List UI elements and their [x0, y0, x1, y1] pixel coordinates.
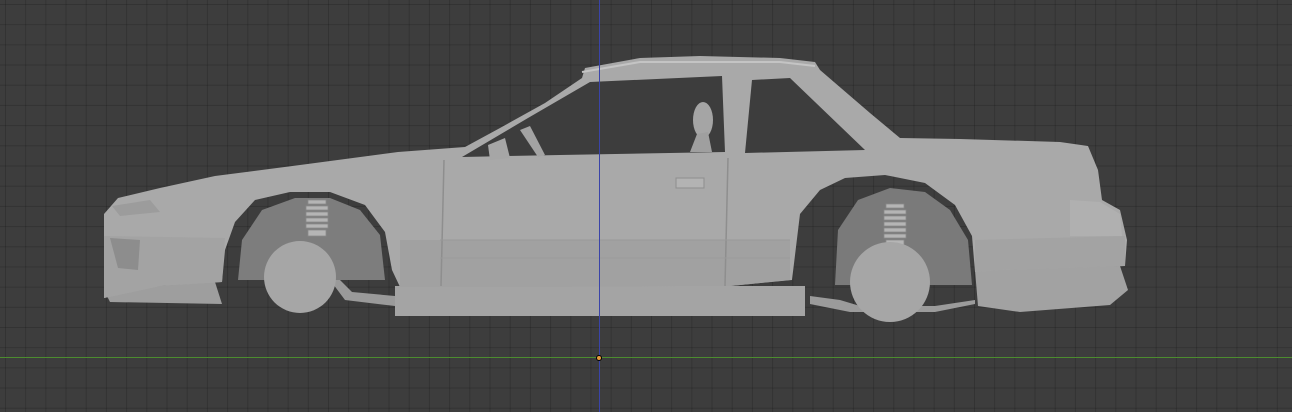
rear-coilover [883, 203, 907, 247]
car-model[interactable] [0, 0, 1292, 412]
rocker-shadow [400, 240, 790, 287]
door-handle [675, 177, 705, 189]
tail-light [1070, 200, 1122, 236]
front-hub [264, 241, 336, 313]
headrest [693, 102, 713, 138]
x-axis-line [0, 357, 1292, 358]
rear-hub [850, 242, 930, 322]
rear-diffuser [975, 266, 1128, 312]
rear-bumper-lower [975, 236, 1125, 272]
origin-marker[interactable] [596, 355, 602, 361]
side-skirt [395, 286, 805, 316]
3d-viewport[interactable] [0, 0, 1292, 412]
z-axis-line [599, 0, 600, 412]
front-subframe [330, 280, 395, 306]
